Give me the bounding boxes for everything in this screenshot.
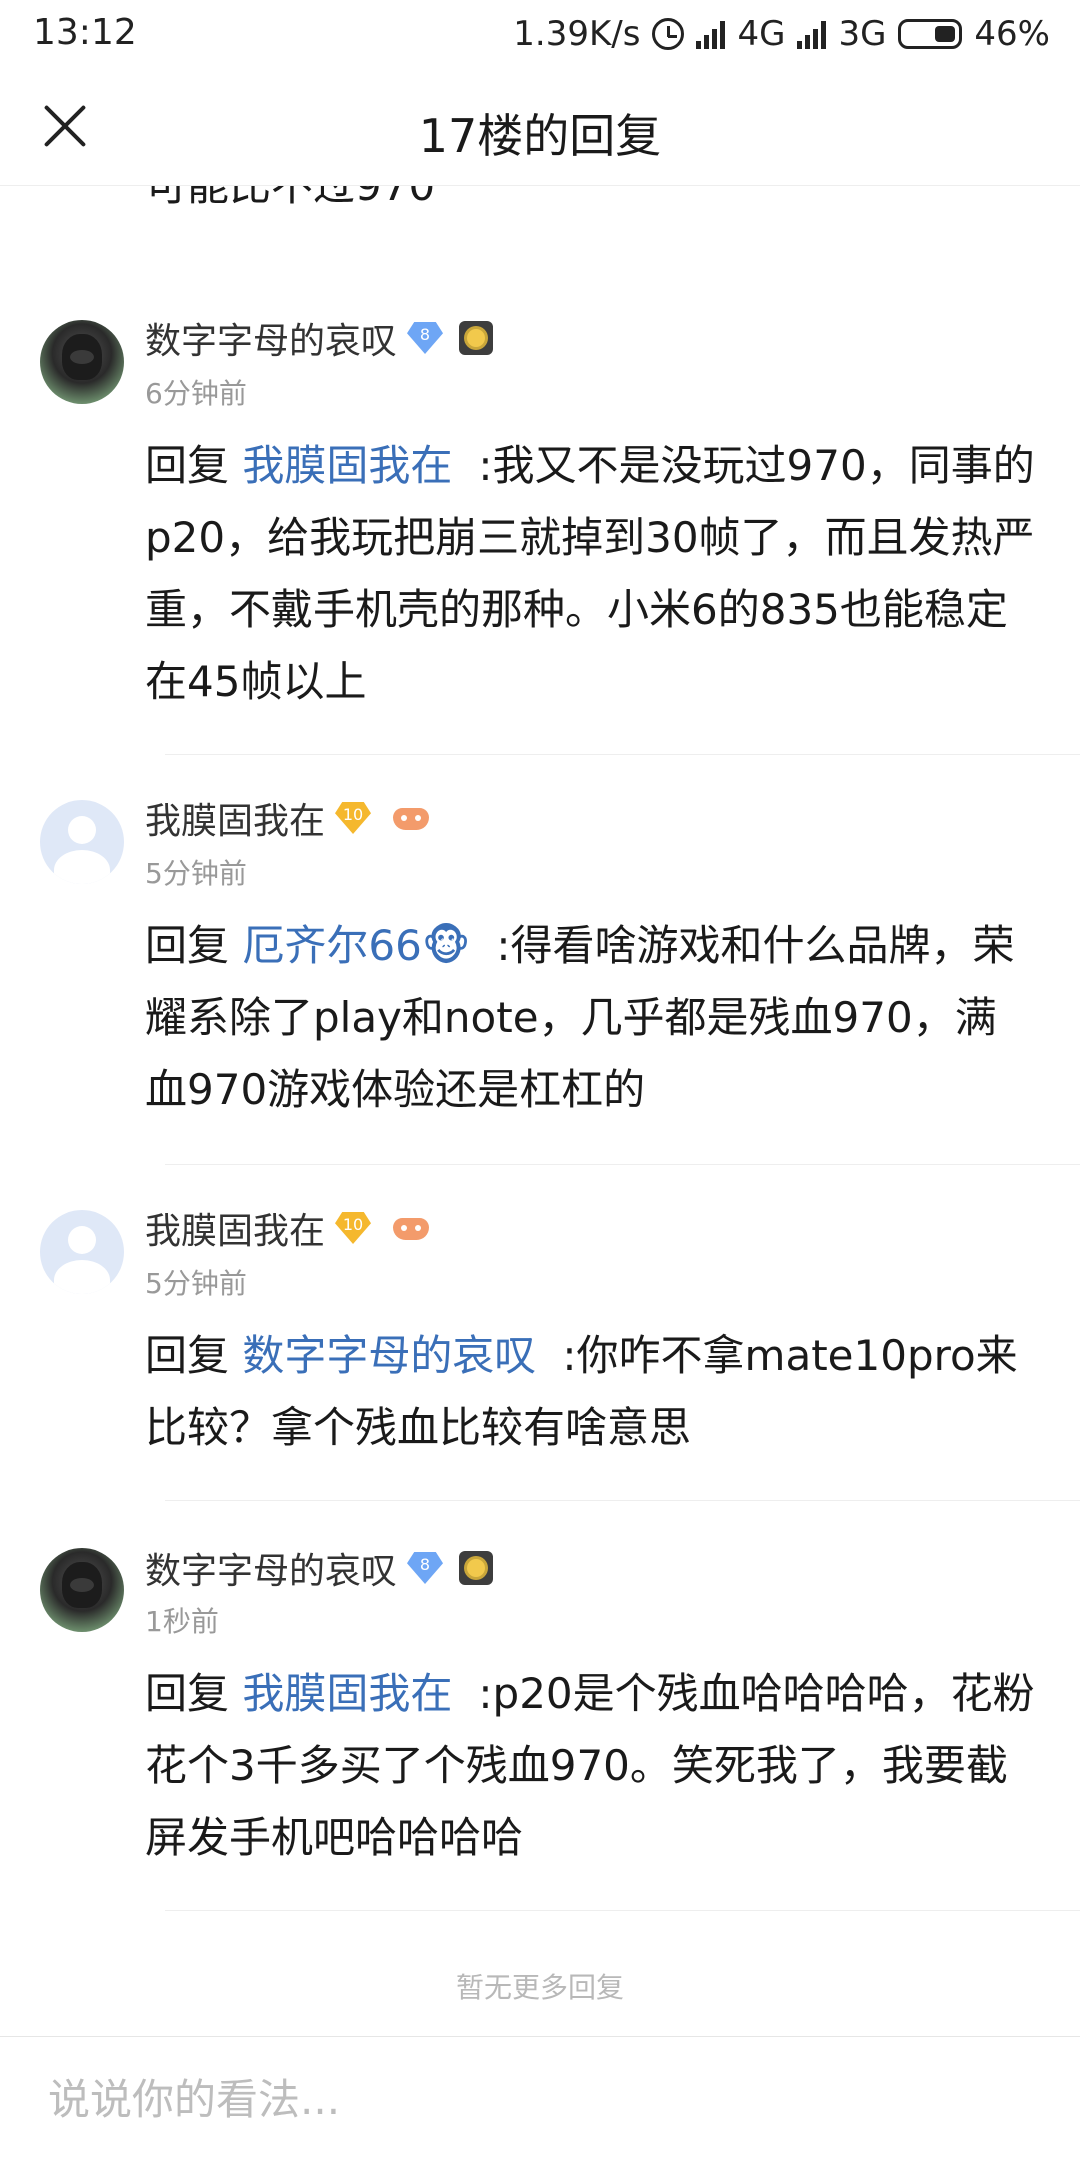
reply-text[interactable]: 回复 数字字母的哀叹:你咋不拿mate10pro来比较？拿个残血比较有啥意思 [145,1320,1035,1464]
gamepad-badge-icon [393,1214,430,1242]
mention-link[interactable]: 我膜固我在 [242,441,452,490]
status-icons: 1.39K/s 4G 3G 46% [513,12,1050,56]
hd-signal-icon [696,19,726,49]
alarm-icon [652,18,685,50]
mention-link[interactable]: 我膜固我在 [242,1669,452,1718]
reply-prefix: 回复 [145,1669,230,1718]
previous-reply-text: 可能比不过970 [145,186,435,213]
reply-text[interactable]: 回复 厄齐尔66🐵:得看啥游戏和什么品牌，荣耀系除了play和note，几乎都是… [145,910,1035,1126]
header: 17楼的回复 [0,68,1080,186]
level-badge-icon: 8 [407,1552,444,1584]
username[interactable]: 我膜固我在 [145,1202,325,1254]
no-more-replies: 暂无更多回复 [455,1971,624,2004]
sun-badge-icon [459,1551,494,1585]
page-title: 17楼的回复 [418,109,662,163]
network-type-2: 3G [838,14,887,54]
reply-time: 1秒前 [145,1605,219,1638]
level-badge-icon: 10 [335,802,372,834]
status-time: 13:12 [33,12,137,53]
avatar[interactable] [40,1548,124,1632]
username[interactable]: 数字字母的哀叹 [145,1542,397,1594]
comment-input[interactable] [0,2037,1080,2160]
level-badge-icon: 8 [407,322,444,354]
reply-time: 5分钟前 [145,857,247,890]
reply-text[interactable]: 回复 我膜固我在:我又不是没玩过970，同事的p20，给我玩把崩三就掉到30帧了… [145,430,1035,718]
reply-time: 5分钟前 [145,1267,247,1300]
username[interactable]: 我膜固我在 [145,792,325,844]
comment-bar [0,2036,1080,2160]
mention-link[interactable]: 数字字母的哀叹 [242,1331,536,1380]
reply-prefix: 回复 [145,921,230,970]
username-row: 我膜固我在 10 [145,792,430,844]
avatar[interactable] [40,1210,124,1294]
avatar[interactable] [40,320,124,404]
gamepad-badge-icon [393,804,430,832]
sun-badge-icon [459,321,494,355]
reply-prefix: 回复 [145,441,230,490]
reply-time: 6分钟前 [145,377,247,410]
username-row: 数字字母的哀叹 8 [145,312,494,364]
battery-percent: 46% [974,14,1050,54]
mention-link[interactable]: 厄齐尔66🐵 [242,921,470,970]
battery-icon [898,19,963,49]
status-bar: 13:12 1.39K/s 4G 3G 46% [0,0,1080,68]
avatar[interactable] [40,800,124,884]
network-type-1: 4G [737,14,786,54]
signal-icon [797,19,827,49]
level-badge-icon: 10 [335,1212,372,1244]
reply-list[interactable]: 可能比不过970 数字字母的哀叹 8 6分钟前 回复 我膜固我在:我又不是没玩过… [0,186,1080,2036]
username-row: 数字字母的哀叹 8 [145,1542,494,1594]
net-speed: 1.39K/s [513,14,641,54]
reply-text[interactable]: 回复 我膜固我在:p20是个残血哈哈哈哈，花粉花个3千多买了个残血970。笑死我… [145,1658,1035,1874]
username-row: 我膜固我在 10 [145,1202,430,1254]
username[interactable]: 数字字母的哀叹 [145,312,397,364]
reply-prefix: 回复 [145,1331,230,1380]
